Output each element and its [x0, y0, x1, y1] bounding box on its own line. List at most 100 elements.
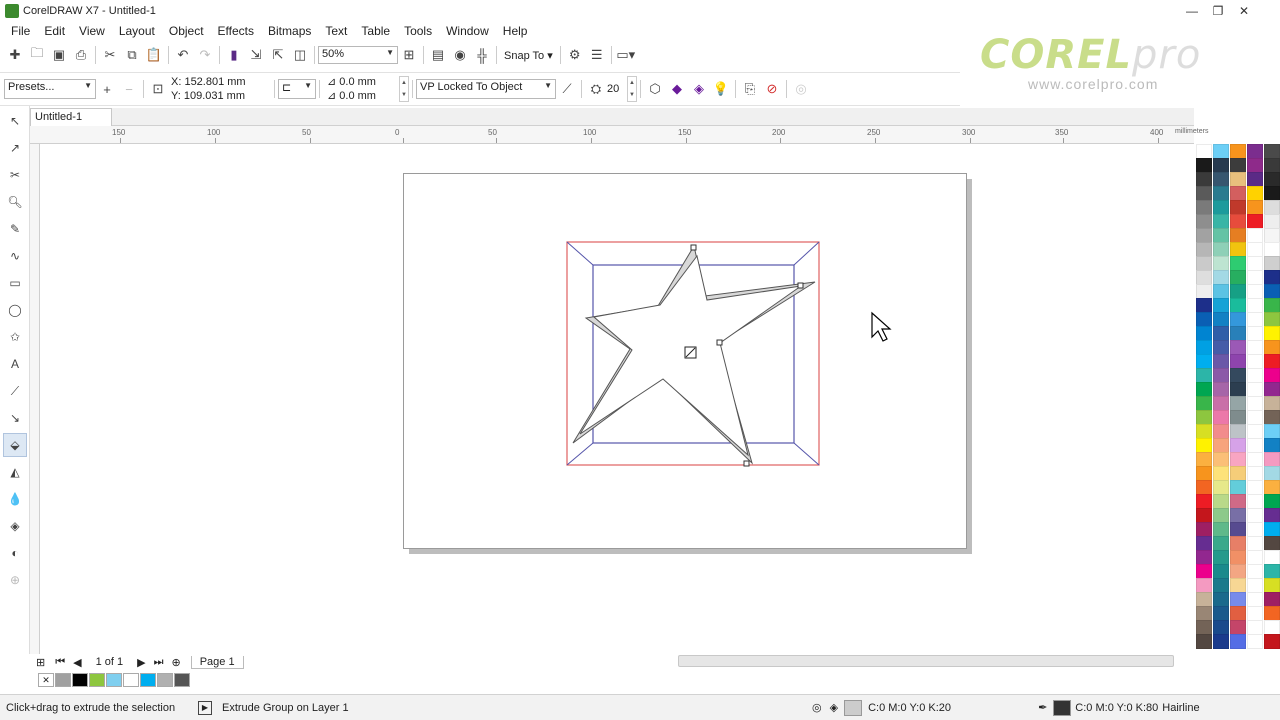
polygon-tool-icon[interactable]: ✩ [3, 325, 27, 349]
palette-color-swatch[interactable] [1264, 214, 1280, 229]
palette-color-swatch[interactable] [1264, 200, 1280, 215]
palette-color-swatch[interactable] [1247, 354, 1263, 369]
palette-color-swatch[interactable] [1247, 634, 1263, 649]
palette-color-swatch[interactable] [1196, 200, 1212, 215]
rectangle-tool-icon[interactable]: ▭ [3, 271, 27, 295]
palette-color-swatch[interactable] [1196, 620, 1212, 635]
search-content-icon[interactable]: ▮ [223, 44, 245, 66]
document-palette-swatch[interactable] [106, 673, 122, 687]
palette-color-swatch[interactable] [1230, 298, 1246, 313]
palette-color-swatch[interactable] [1213, 452, 1229, 467]
palette-color-swatch[interactable] [1264, 228, 1280, 243]
palette-color-swatch[interactable] [1196, 606, 1212, 621]
palette-color-swatch[interactable] [1264, 578, 1280, 593]
offset-spinner[interactable]: ▲ ▼ [399, 76, 409, 102]
page-tab[interactable]: Page 1 [190, 655, 244, 669]
menu-view[interactable]: View [72, 22, 112, 40]
palette-color-swatch[interactable] [1196, 368, 1212, 383]
dimension-tool-icon[interactable]: ⟋ [3, 379, 27, 403]
palette-color-swatch[interactable] [1247, 536, 1263, 551]
palette-color-swatch[interactable] [1230, 382, 1246, 397]
document-palette-swatch[interactable] [140, 673, 156, 687]
previous-page-icon[interactable]: ◀ [73, 656, 81, 669]
palette-color-swatch[interactable] [1196, 494, 1212, 509]
palette-color-swatch[interactable] [1264, 424, 1280, 439]
palette-color-swatch[interactable] [1264, 494, 1280, 509]
palette-color-swatch[interactable] [1230, 634, 1246, 649]
zoom-level-combo[interactable]: 50% ▼ [318, 46, 398, 64]
depth-spinner[interactable]: ▲ ▼ [627, 76, 637, 102]
palette-color-swatch[interactable] [1230, 200, 1246, 215]
y-position-field[interactable]: Y: 109.031 mm [171, 89, 271, 103]
palette-color-swatch[interactable] [1213, 620, 1229, 635]
palette-color-swatch[interactable] [1230, 522, 1246, 537]
palette-color-swatch[interactable] [1213, 522, 1229, 537]
palette-color-swatch[interactable] [1264, 368, 1280, 383]
x-position-field[interactable]: X: 152.801 mm [171, 75, 271, 89]
palette-color-swatch[interactable] [1247, 424, 1263, 439]
palette-color-swatch[interactable] [1230, 508, 1246, 523]
palette-color-swatch[interactable] [1196, 158, 1212, 173]
palette-color-swatch[interactable] [1264, 382, 1280, 397]
palette-color-swatch[interactable] [1247, 606, 1263, 621]
palette-color-swatch[interactable] [1213, 382, 1229, 397]
crop-tool-icon[interactable]: ✂ [3, 163, 27, 187]
palette-color-swatch[interactable] [1247, 284, 1263, 299]
palette-color-swatch[interactable] [1213, 200, 1229, 215]
horizontal-ruler[interactable]: 150 100 50 0 50 100 150 200 250 300 350 400 [30, 126, 1194, 144]
palette-color-swatch[interactable] [1213, 550, 1229, 565]
palette-color-swatch[interactable] [1230, 452, 1246, 467]
palette-color-swatch[interactable] [1213, 242, 1229, 257]
palette-color-swatch[interactable] [1247, 326, 1263, 341]
menu-window[interactable]: Window [439, 22, 496, 40]
remove-preset-icon[interactable]: − [118, 78, 140, 100]
palette-color-swatch[interactable] [1196, 480, 1212, 495]
palette-color-swatch[interactable] [1230, 312, 1246, 327]
palette-color-swatch[interactable] [1196, 382, 1212, 397]
lock-icon[interactable]: ◎ [790, 78, 812, 100]
palette-color-swatch[interactable] [1213, 494, 1229, 509]
outline-color-swatch[interactable] [1053, 699, 1072, 716]
palette-color-swatch[interactable] [1196, 396, 1212, 411]
palette-color-swatch[interactable] [1230, 256, 1246, 271]
shape-tool-icon[interactable]: ↗ [3, 136, 27, 160]
menu-help[interactable]: Help [496, 22, 535, 40]
palette-color-swatch[interactable] [1264, 606, 1280, 621]
publish-pdf-icon[interactable]: ◫ [289, 44, 311, 66]
palette-color-swatch[interactable] [1264, 284, 1280, 299]
palette-color-swatch[interactable] [1230, 186, 1246, 201]
palette-color-swatch[interactable] [1247, 620, 1263, 635]
open-folder-icon[interactable]: 🗀 [26, 44, 48, 66]
ellipse-tool-icon[interactable]: ◯ [3, 298, 27, 322]
palette-color-swatch[interactable] [1213, 396, 1229, 411]
palette-color-swatch[interactable] [1196, 228, 1212, 243]
palette-color-swatch[interactable] [1247, 256, 1263, 271]
new-document-icon[interactable]: ✚ [4, 44, 26, 66]
palette-color-swatch[interactable] [1264, 466, 1280, 481]
last-page-icon[interactable]: ⏭ [154, 656, 164, 669]
vp-properties-icon[interactable]: ⟋ [556, 78, 578, 100]
palette-color-swatch[interactable] [1247, 564, 1263, 579]
palette-color-swatch[interactable] [1196, 452, 1212, 467]
palette-color-swatch[interactable] [1213, 284, 1229, 299]
clear-extrusion-icon[interactable]: ⊘ [761, 78, 783, 100]
depth-field[interactable]: 20 [607, 82, 627, 96]
palette-color-swatch[interactable] [1213, 270, 1229, 285]
palette-color-swatch[interactable] [1247, 396, 1263, 411]
palette-color-swatch[interactable] [1230, 480, 1246, 495]
copy-extrusion-icon[interactable]: ⎘ [739, 78, 761, 100]
palette-color-swatch[interactable] [1264, 550, 1280, 565]
options-icon[interactable]: ⚙ [564, 44, 586, 66]
palette-color-swatch[interactable] [1230, 284, 1246, 299]
palette-color-swatch[interactable] [1230, 172, 1246, 187]
palette-color-swatch[interactable] [1247, 368, 1263, 383]
palette-color-swatch[interactable] [1264, 242, 1280, 257]
document-palette-swatch[interactable] [174, 673, 190, 687]
eyedropper-tool-icon[interactable]: 💧 [3, 487, 27, 511]
palette-color-swatch[interactable] [1230, 368, 1246, 383]
palette-color-swatch[interactable] [1264, 354, 1280, 369]
palette-color-swatch[interactable] [1247, 298, 1263, 313]
color-palette[interactable] [1194, 144, 1280, 660]
palette-color-swatch[interactable] [1196, 354, 1212, 369]
vp-offset-y-field[interactable]: ⊿ 0.0 mm [327, 89, 399, 103]
